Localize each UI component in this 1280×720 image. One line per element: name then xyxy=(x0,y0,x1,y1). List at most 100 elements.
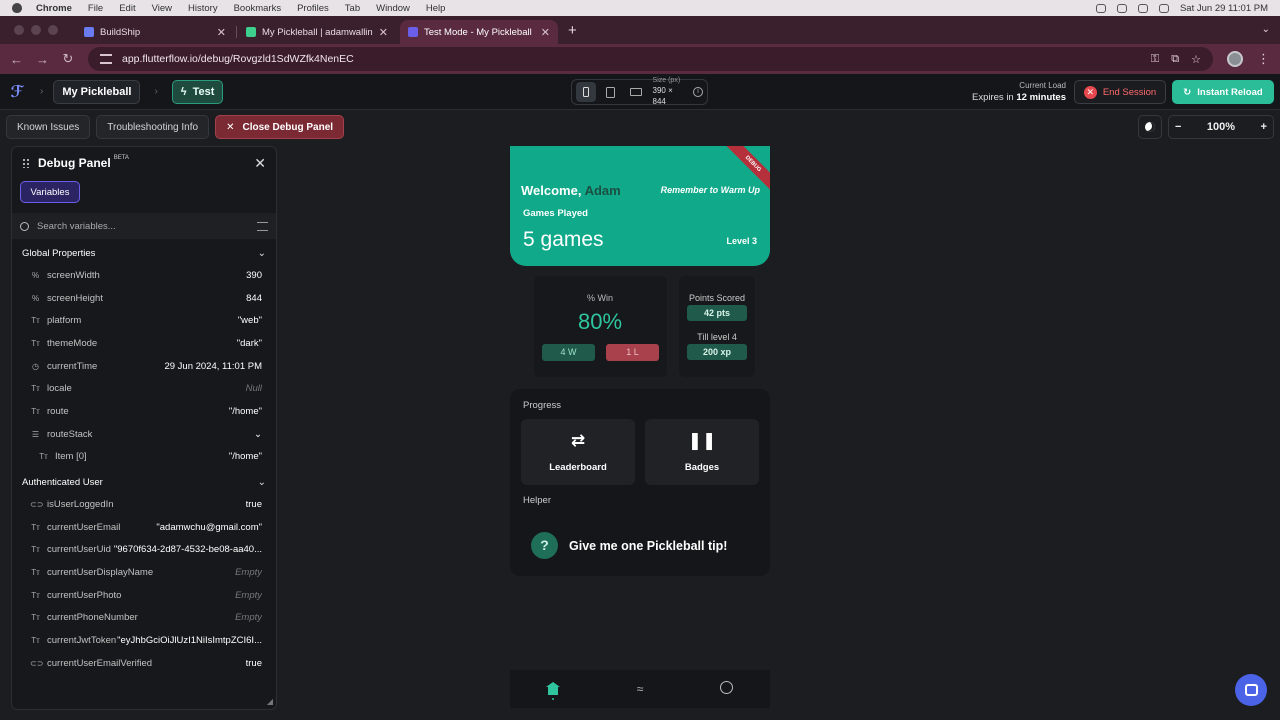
bookmark-star-icon[interactable]: ☆ xyxy=(1191,53,1201,66)
minimize-window-button[interactable] xyxy=(31,25,41,35)
end-session-button[interactable]: ✕ End Session xyxy=(1074,80,1166,104)
close-debug-panel-button[interactable]: ✕ Close Debug Panel xyxy=(215,115,345,139)
nav-home-button[interactable] xyxy=(533,682,573,700)
known-issues-button[interactable]: Known Issues xyxy=(6,115,91,139)
instant-reload-button[interactable]: ↻ Instant Reload xyxy=(1172,80,1274,104)
window-controls xyxy=(0,25,72,44)
support-chat-button[interactable] xyxy=(1235,674,1267,706)
lightning-icon: ϟ xyxy=(180,85,187,98)
badges-tile[interactable]: ❚❚ Badges xyxy=(645,419,759,485)
site-info-icon[interactable] xyxy=(100,54,112,64)
status-icon[interactable] xyxy=(1095,3,1106,13)
till-level-label: Till level 4 xyxy=(697,332,737,342)
apple-icon[interactable] xyxy=(12,3,22,13)
menu-item[interactable]: History xyxy=(188,3,218,14)
reload-icon[interactable]: ↻ xyxy=(62,51,74,67)
leaderboard-tile[interactable]: ⇄ Leaderboard xyxy=(521,419,635,485)
variable-row[interactable]: Tт currentUserPhoto Empty xyxy=(12,584,276,607)
variable-row[interactable]: Tт currentPhoneNumber Empty xyxy=(12,607,276,630)
new-tab-icon[interactable]: + xyxy=(568,22,577,39)
battery-icon[interactable] xyxy=(1158,3,1169,13)
variable-value: "dark" xyxy=(236,337,262,349)
variable-row[interactable]: Tт themeMode "dark" xyxy=(12,332,276,355)
global-properties-section[interactable]: Global Properties ⌄ xyxy=(12,242,276,264)
variable-row[interactable]: Tт currentUserEmail "adamwchu@gmail.com" xyxy=(12,516,276,539)
variable-row[interactable]: ◷ currentTime 29 Jun 2024, 11:01 PM xyxy=(12,355,276,378)
wifi-icon[interactable] xyxy=(1137,3,1148,13)
variable-type-icon: % xyxy=(31,293,40,303)
search-variables-input[interactable]: Search variables... xyxy=(12,213,276,239)
menu-item[interactable]: Bookmarks xyxy=(234,3,282,14)
desktop-device-button[interactable] xyxy=(626,82,646,102)
close-tab-icon[interactable]: ✕ xyxy=(541,26,550,39)
variable-row[interactable]: Tт currentUserDisplayName Empty xyxy=(12,561,276,584)
close-window-button[interactable] xyxy=(14,25,24,35)
phone-device-button[interactable] xyxy=(576,82,596,102)
drag-handle-icon[interactable] xyxy=(22,158,30,168)
key-icon[interactable]: ⚿ xyxy=(1151,53,1159,66)
tab-title: My Pickleball | adamwallinc@ xyxy=(262,26,373,38)
theme-toggle-button[interactable] xyxy=(1138,115,1162,139)
clock[interactable]: Sat Jun 29 11:01 PM xyxy=(1180,3,1268,14)
browser-tab[interactable]: BuildShip ✕ xyxy=(76,20,237,44)
test-mode-button[interactable]: ϟ Test xyxy=(171,79,224,104)
variable-row[interactable]: % screenWidth 390 xyxy=(12,264,276,287)
nav-profile-button[interactable] xyxy=(707,681,747,697)
debug-panel: Debug Panel BETA ✕ Variables Search vari… xyxy=(11,146,277,710)
browser-tab[interactable]: My Pickleball | adamwallinc@ ✕ xyxy=(238,20,396,44)
variable-row[interactable]: Tт Item [0] "/home" xyxy=(12,446,276,469)
zoom-out-icon[interactable]: − xyxy=(1175,121,1181,133)
menu-item[interactable]: File xyxy=(88,3,103,14)
status-area: Sat Jun 29 11:01 PM xyxy=(1095,0,1268,16)
progress-card: Progress ⇄ Leaderboard ❚❚ Badges Helper … xyxy=(510,389,770,576)
close-tab-icon[interactable]: ✕ xyxy=(217,26,226,39)
close-icon[interactable]: ✕ xyxy=(254,155,266,172)
project-name-button[interactable]: My Pickleball xyxy=(53,79,141,104)
chevron-down-icon[interactable]: ⌄ xyxy=(254,429,262,440)
forward-icon[interactable]: → xyxy=(36,52,49,67)
tablet-device-button[interactable] xyxy=(601,82,621,102)
variable-row[interactable]: % screenHeight 844 xyxy=(12,287,276,310)
variable-row[interactable]: Tт currentJwtToken "eyJhbGciOiJlUzI1NiIsIm… xyxy=(12,629,276,652)
chevron-down-icon[interactable]: ⌄ xyxy=(258,477,266,488)
resize-handle-icon[interactable]: ◢ xyxy=(267,697,273,706)
variable-name: currentJwtToken xyxy=(47,635,117,647)
profile-avatar[interactable] xyxy=(1227,51,1243,67)
nav-stats-button[interactable]: ≈ xyxy=(620,682,660,696)
flutterflow-logo-icon[interactable]: ℱ xyxy=(8,83,26,101)
menu-item[interactable]: Window xyxy=(376,3,410,14)
authenticated-user-section[interactable]: Authenticated User ⌄ xyxy=(12,471,276,493)
menu-item[interactable]: Edit xyxy=(119,3,135,14)
variable-row[interactable]: Tт currentUserUid "9670f634-2d87-4532-be08… xyxy=(12,539,276,562)
filter-icon[interactable] xyxy=(257,221,268,231)
url-field[interactable]: app.flutterflow.io/debug/Rovgzld1SdWZfk4… xyxy=(88,47,1213,71)
menu-item[interactable]: Help xyxy=(426,3,446,14)
variable-row[interactable]: Tт locale Null xyxy=(12,377,276,400)
back-icon[interactable]: ← xyxy=(10,52,23,67)
menu-item[interactable]: Tab xyxy=(345,3,360,14)
variable-row[interactable]: Tт route "/home" xyxy=(12,400,276,423)
variable-row[interactable]: ☰ routeStack ⌄ xyxy=(12,423,276,446)
tab-search-chevron-icon[interactable]: ⌄ xyxy=(1262,24,1270,35)
browser-tab-active[interactable]: Test Mode - My Pickleball ✕ xyxy=(400,20,558,44)
variable-row[interactable]: Tт platform "web" xyxy=(12,309,276,332)
info-icon[interactable]: i xyxy=(693,87,703,97)
menu-item[interactable]: Profiles xyxy=(297,3,329,14)
variable-row[interactable]: ⊂⊃ currentUserEmailVerified true xyxy=(12,652,276,675)
troubleshooting-info-button[interactable]: Troubleshooting Info xyxy=(96,115,210,139)
variable-row[interactable]: ⊂⊃ isUserLoggedIn true xyxy=(12,493,276,516)
pickleball-tip-button[interactable]: ? Give me one Pickleball tip! xyxy=(531,532,727,559)
variables-tab[interactable]: Variables xyxy=(20,181,80,203)
status-icon[interactable] xyxy=(1116,3,1127,13)
zoom-in-icon[interactable]: + xyxy=(1261,121,1267,133)
install-icon[interactable]: ⧉ xyxy=(1171,53,1179,66)
close-tab-icon[interactable]: ✕ xyxy=(379,26,388,39)
menu-item[interactable]: View xyxy=(152,3,172,14)
close-circle-icon: ✕ xyxy=(1083,85,1097,99)
device-size-selector: Size (px) 390 × 844 i xyxy=(571,77,708,106)
more-menu-icon[interactable]: ⋮ xyxy=(1257,51,1270,67)
variable-name: screenHeight xyxy=(47,292,103,304)
zoom-window-button[interactable] xyxy=(48,25,58,35)
chevron-down-icon[interactable]: ⌄ xyxy=(258,248,266,259)
menu-app-name[interactable]: Chrome xyxy=(36,3,72,14)
